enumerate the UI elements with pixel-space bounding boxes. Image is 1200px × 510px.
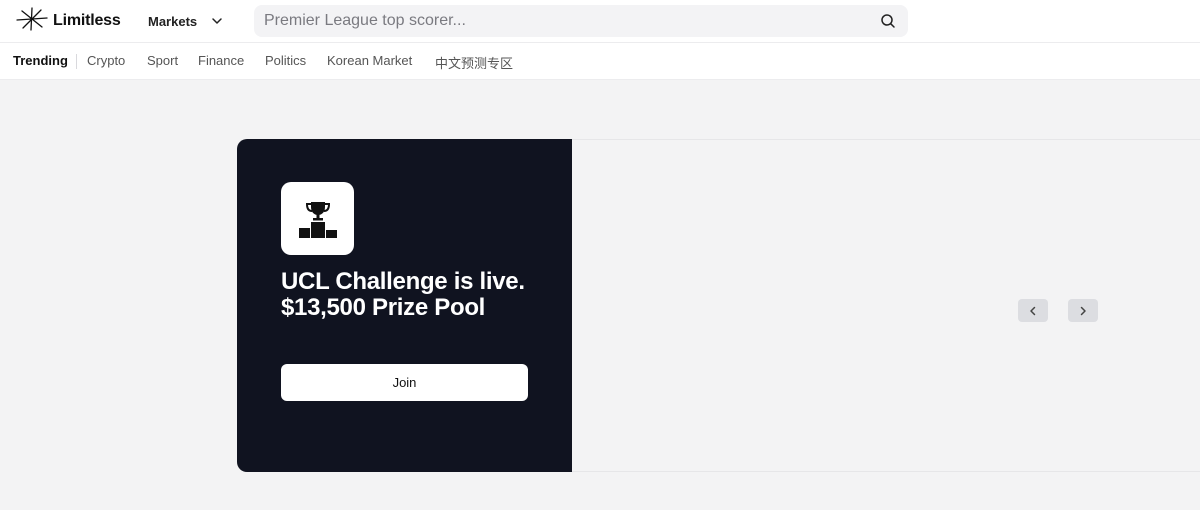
banner-headline: UCL Challenge is live. $13,500 Prize Poo… (281, 269, 561, 321)
promo-banner: UCL Challenge is live. $13,500 Prize Poo… (237, 139, 572, 472)
chevron-left-icon (1030, 306, 1036, 315)
category-tab-trending[interactable]: Trending (13, 53, 68, 68)
carousel-prev-button[interactable] (1018, 299, 1048, 322)
carousel-slide-area (572, 139, 1200, 472)
category-tab-crypto[interactable]: Crypto (87, 53, 125, 68)
trophy-podium-icon (298, 201, 337, 238)
markets-label: Markets (148, 13, 198, 29)
chevron-right-icon (1080, 306, 1086, 315)
category-divider (76, 54, 77, 69)
chevron-down-icon (212, 18, 222, 24)
category-tab-finance[interactable]: Finance (198, 53, 244, 68)
category-tab-sport[interactable]: Sport (147, 53, 178, 68)
category-tab-chinese-zone[interactable]: 中文预测专区 (435, 53, 513, 72)
logo-text: Limitless (53, 12, 121, 29)
search-input[interactable] (264, 12, 864, 30)
join-button[interactable]: Join (281, 364, 528, 401)
trophy-icon-box (281, 182, 354, 255)
top-header: Limitless Markets (0, 0, 1200, 43)
category-tab-korean-market[interactable]: Korean Market (327, 53, 412, 68)
category-tab-politics[interactable]: Politics (265, 53, 306, 68)
category-nav: Trending Crypto Sport Finance Politics K… (0, 43, 1200, 80)
banner-headline-line-2: $13,500 Prize Pool (281, 294, 486, 321)
search-bar (254, 5, 908, 37)
markets-dropdown[interactable]: Markets (148, 12, 223, 30)
carousel-next-button[interactable] (1068, 299, 1098, 322)
banner-headline-line-1: UCL Challenge is live. (281, 268, 525, 295)
logo[interactable]: Limitless (15, 6, 121, 37)
limitless-logo-icon (15, 6, 49, 37)
search-icon[interactable] (880, 13, 896, 29)
